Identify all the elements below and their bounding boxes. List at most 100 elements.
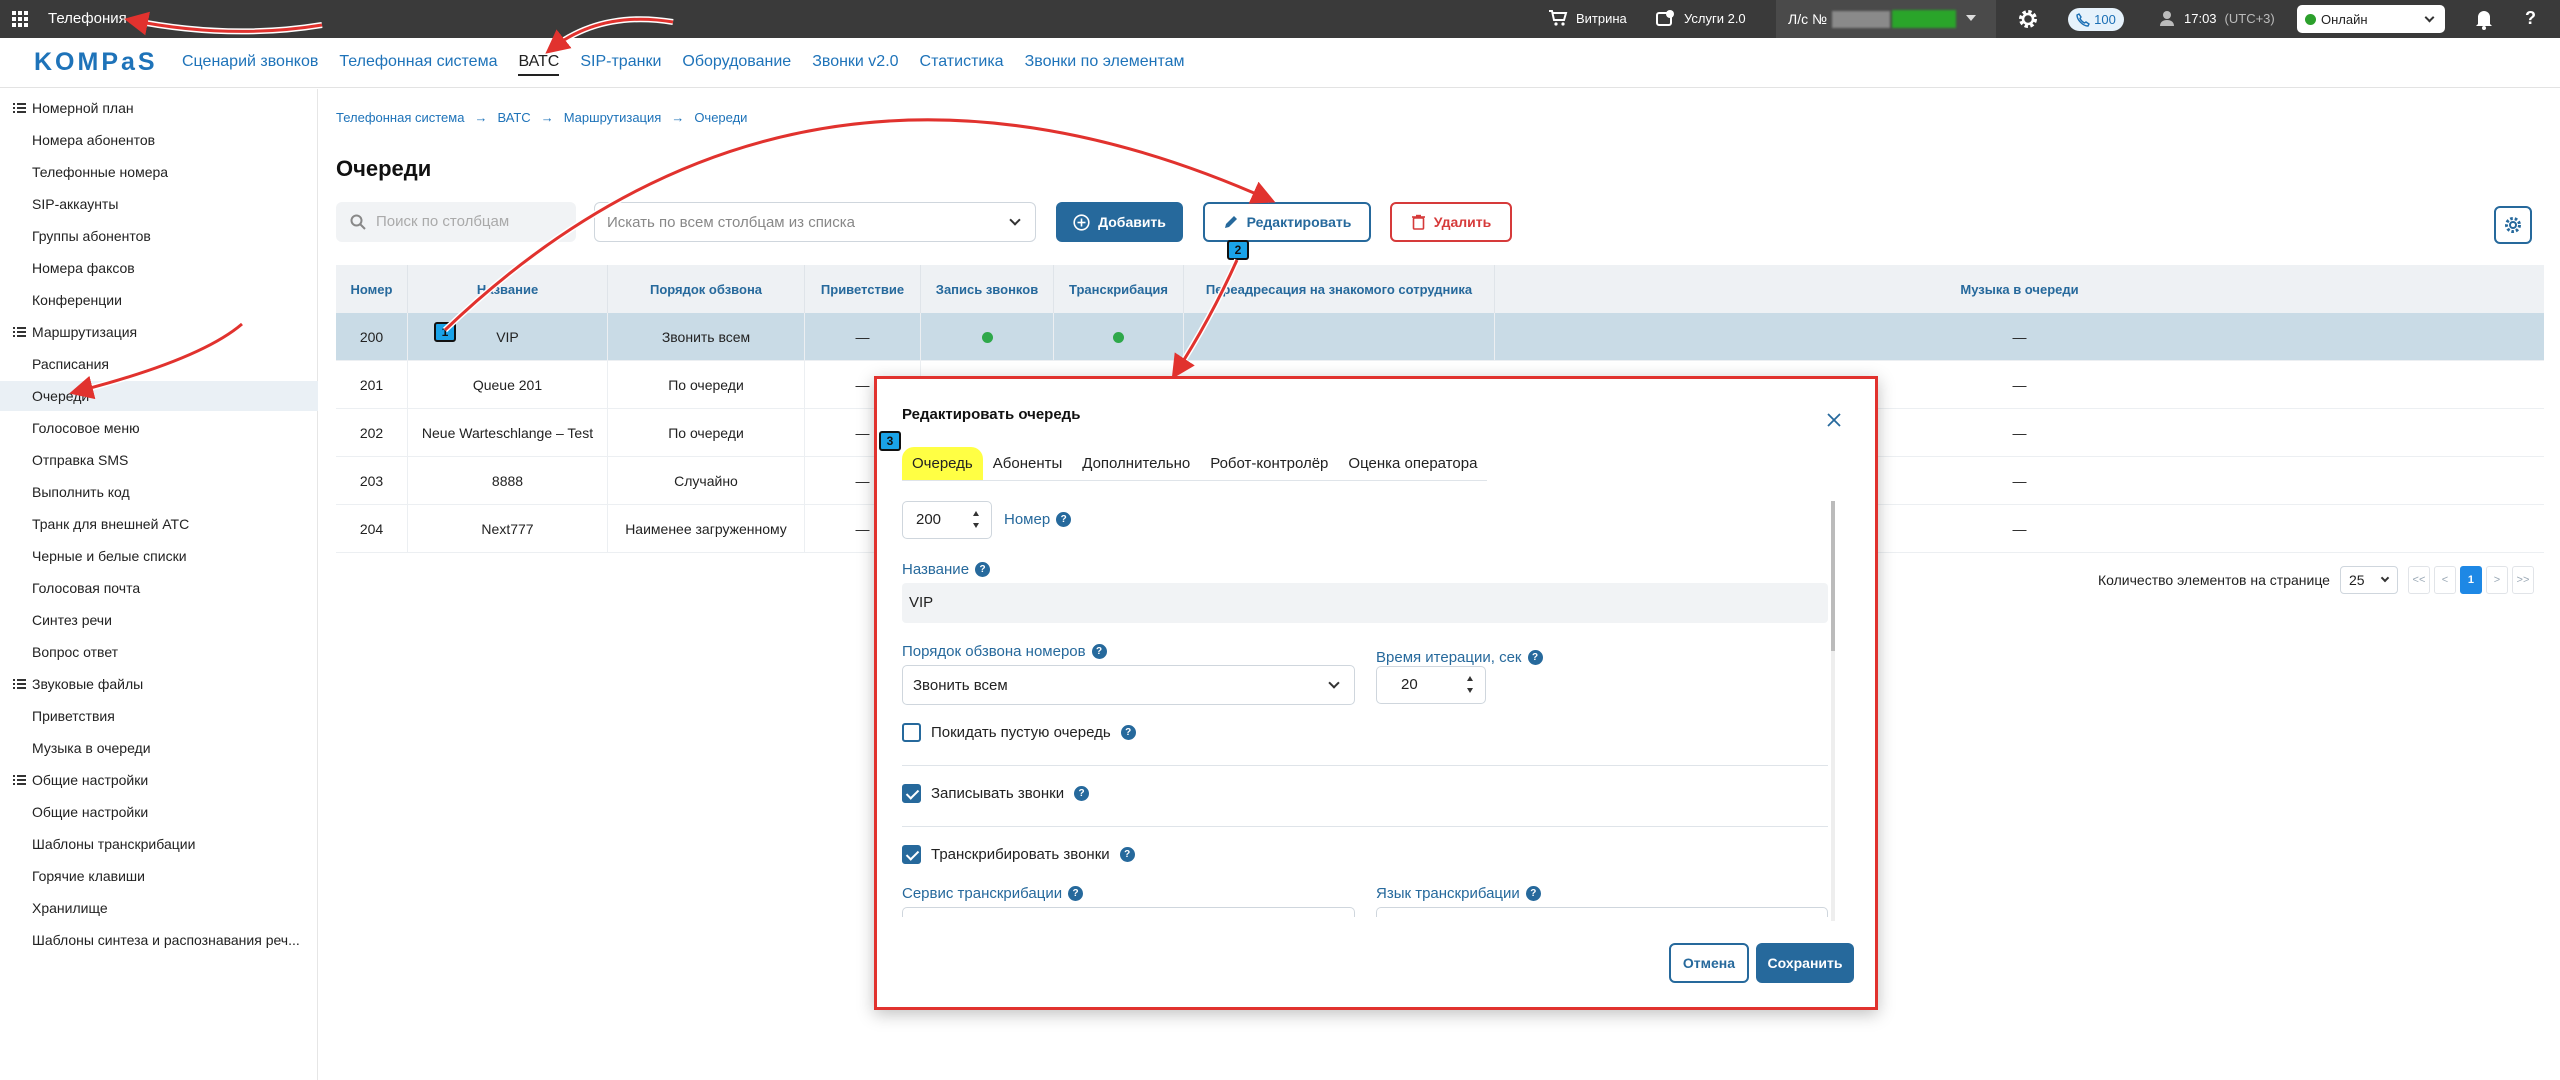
breadcrumb-item[interactable]: Очереди — [694, 110, 747, 125]
breadcrumb-item[interactable]: Телефонная система — [336, 110, 464, 125]
gear-icon[interactable] — [2016, 7, 2040, 31]
column-header[interactable]: Музыка в очереди — [1495, 265, 2544, 313]
active-calls-badge[interactable]: 100 — [2068, 8, 2124, 31]
sidebar-item[interactable]: Музыка в очереди — [0, 733, 318, 763]
tab-queue[interactable]: Очередь — [902, 447, 983, 480]
column-header[interactable]: Приветствие — [805, 265, 921, 313]
tab-robot-controller[interactable]: Робот-контролёр — [1200, 447, 1338, 480]
leave-empty-checkbox[interactable]: Покидать пустую очередь? — [902, 723, 1136, 742]
sidebar-group[interactable]: Общие настройки — [0, 765, 318, 795]
breadcrumb-item[interactable]: ВАТС — [497, 110, 530, 125]
add-button[interactable]: Добавить — [1056, 202, 1183, 242]
apps-grid-icon[interactable] — [12, 11, 28, 27]
bell-icon[interactable] — [2474, 8, 2494, 30]
column-header[interactable]: Запись звонков — [921, 265, 1054, 313]
nav-link-scenario[interactable]: Сценарий звонков — [182, 53, 318, 76]
per-page-select[interactable]: 25 — [2339, 566, 2398, 594]
checkbox-box[interactable] — [902, 723, 921, 742]
scrollbar-thumb[interactable] — [1831, 501, 1835, 651]
sidebar-item[interactable]: Конференции — [0, 285, 318, 315]
tab-additional[interactable]: Дополнительно — [1072, 447, 1200, 480]
last-page-button[interactable]: >> — [2511, 566, 2534, 594]
name-input[interactable]: VIP — [902, 583, 1828, 623]
close-icon[interactable] — [1827, 413, 1841, 427]
transcription-service-select[interactable] — [902, 907, 1355, 917]
sidebar-item[interactable]: Горячие клавиши — [0, 861, 318, 891]
sidebar-item[interactable]: Выполнить код — [0, 477, 318, 507]
table-row[interactable]: 200 VIP Звонить всем — — — [336, 313, 2544, 361]
sidebar-item[interactable]: Отправка SMS — [0, 445, 318, 475]
table-settings-button[interactable] — [2494, 206, 2532, 244]
help-icon[interactable]: ? — [1525, 886, 1541, 901]
cancel-button[interactable]: Отмена — [1669, 943, 1749, 983]
sidebar-item[interactable]: Синтез речи — [0, 605, 318, 635]
sidebar-item[interactable]: Расписания — [0, 349, 318, 379]
iteration-stepper[interactable]: 20 — [1376, 666, 1486, 704]
help-icon[interactable]: ? — [1068, 886, 1084, 901]
help-icon[interactable]: ? — [1119, 847, 1135, 862]
sidebar-item[interactable]: Приветствия — [0, 701, 318, 731]
tab-operator-rating[interactable]: Оценка оператора — [1338, 447, 1487, 480]
tab-subscribers[interactable]: Абоненты — [983, 447, 1073, 480]
sidebar-item[interactable]: Черные и белые списки — [0, 541, 318, 571]
prev-page-button[interactable]: < — [2433, 566, 2456, 594]
next-page-button[interactable]: > — [2485, 566, 2508, 594]
sidebar-group[interactable]: Звуковые файлы — [0, 669, 318, 699]
sidebar-item[interactable]: SIP-аккаунты — [0, 189, 318, 219]
sidebar-item[interactable]: Шаблоны синтеза и распознавания реч... — [0, 925, 318, 955]
help-icon[interactable]: ? — [1120, 725, 1136, 740]
transcription-language-select[interactable] — [1376, 907, 1828, 917]
help-icon[interactable]: ? — [2525, 8, 2536, 29]
nav-link-calls-v2[interactable]: Звонки v2.0 — [812, 53, 898, 76]
sidebar-item[interactable]: Очереди — [0, 381, 318, 411]
breadcrumb-item[interactable]: Маршрутизация — [564, 110, 662, 125]
logo[interactable]: KOMPaS — [34, 48, 158, 77]
sidebar-item[interactable]: Хранилище — [0, 893, 318, 923]
status-select[interactable]: Онлайн — [2297, 5, 2445, 33]
services-link[interactable]: Услуги 2.0 — [1656, 9, 1746, 27]
sidebar-item[interactable]: Номера абонентов — [0, 125, 318, 155]
column-header[interactable]: Номер — [336, 265, 408, 313]
stepper-down-icon[interactable] — [973, 523, 979, 528]
edit-button[interactable]: Редактировать — [1203, 202, 1371, 242]
nav-link-equipment[interactable]: Оборудование — [682, 53, 791, 76]
sidebar-item[interactable]: Общие настройки — [0, 797, 318, 827]
dialog-scrollbar[interactable] — [1831, 501, 1835, 921]
sidebar-group[interactable]: Маршрутизация — [0, 317, 318, 347]
sidebar-item[interactable]: Группы абонентов — [0, 221, 318, 251]
sidebar-item[interactable]: Телефонные номера — [0, 157, 318, 187]
help-icon[interactable]: ? — [1056, 512, 1072, 527]
sidebar-group[interactable]: Номерной план — [0, 93, 318, 123]
save-button[interactable]: Сохранить — [1756, 943, 1854, 983]
sidebar-item[interactable]: Голосовое меню — [0, 413, 318, 443]
nav-link-vats[interactable]: ВАТС — [518, 53, 560, 76]
order-select[interactable]: Звонить всем — [902, 665, 1355, 705]
nav-link-statistics[interactable]: Статистика — [920, 53, 1004, 76]
column-header[interactable]: Транскрибация — [1054, 265, 1184, 313]
stepper-down-icon[interactable] — [1467, 688, 1473, 693]
vitrina-link[interactable]: Витрина — [1548, 9, 1627, 27]
help-icon[interactable]: ? — [975, 562, 991, 577]
app-title[interactable]: Телефония — [48, 10, 127, 27]
column-search-input[interactable]: Поиск по столбцам — [336, 202, 576, 242]
help-icon[interactable]: ? — [1074, 786, 1090, 801]
nav-link-sip-trunks[interactable]: SIP-транки — [580, 53, 661, 76]
checkbox-box[interactable] — [902, 845, 921, 864]
stepper-up-icon[interactable] — [973, 511, 979, 516]
page-button[interactable]: 1 — [2459, 566, 2482, 594]
column-header[interactable]: Порядок обзвона — [608, 265, 805, 313]
first-page-button[interactable]: << — [2407, 566, 2430, 594]
sidebar-item[interactable]: Номера факсов — [0, 253, 318, 283]
nav-link-phone-system[interactable]: Телефонная система — [339, 53, 497, 76]
column-header[interactable]: Переадресация на знакомого сотрудника — [1184, 265, 1495, 313]
checkbox-box[interactable] — [902, 784, 921, 803]
stepper-up-icon[interactable] — [1467, 676, 1473, 681]
help-icon[interactable]: ? — [1091, 644, 1107, 659]
nav-link-calls-by-element[interactable]: Звонки по элементам — [1025, 53, 1185, 76]
search-all-columns-select[interactable]: Искать по всем столбцам из списка — [594, 202, 1036, 242]
delete-button[interactable]: Удалить — [1390, 202, 1512, 242]
transcribe-calls-checkbox[interactable]: Транскрибировать звонки? — [902, 845, 1135, 864]
sidebar-item[interactable]: Голосовая почта — [0, 573, 318, 603]
column-header[interactable]: Название — [408, 265, 608, 313]
account-selector[interactable]: Л/с № — [1776, 0, 1996, 38]
